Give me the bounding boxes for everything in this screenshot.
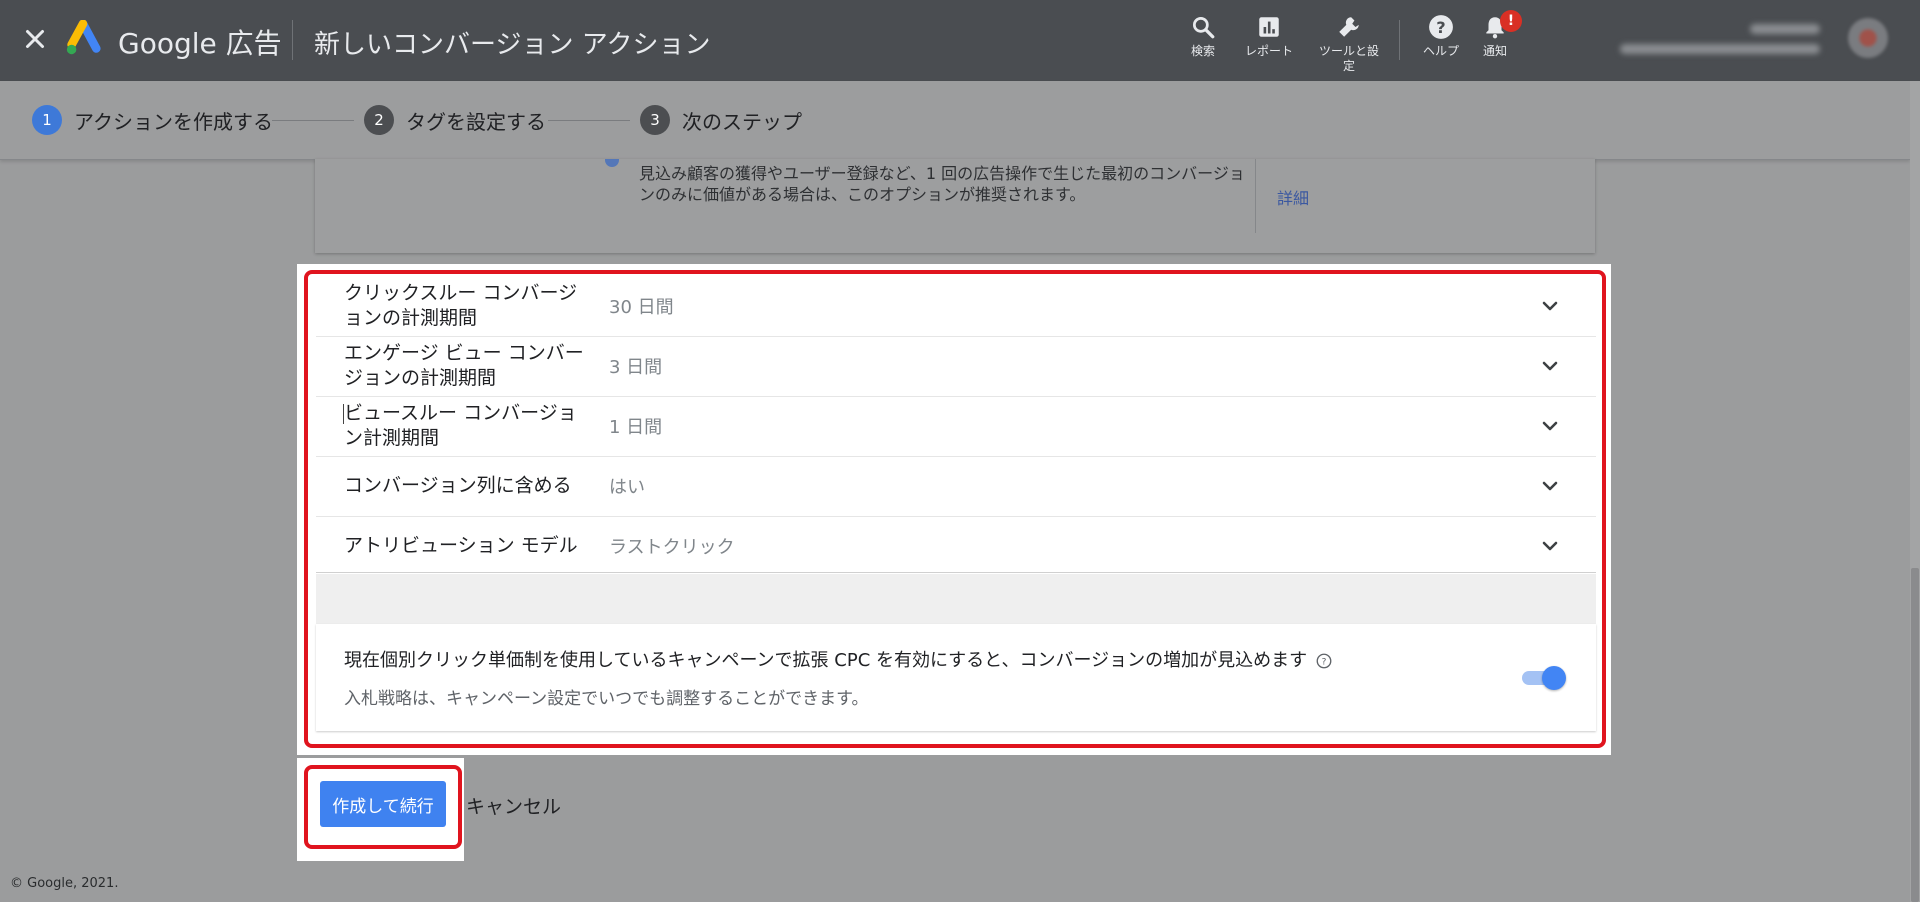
account-info-blurred[interactable] [1610,20,1820,60]
details-link[interactable]: 詳細 [1277,185,1309,209]
highlight-frame-settings [304,270,1606,748]
reports-tool-button[interactable]: レポート [1234,14,1304,59]
step-connector [272,120,354,121]
step-connector [548,120,630,121]
step-label: 次のステップ [682,109,802,134]
progress-stepper: 1 アクションを作成する 2 タグを設定する 3 次のステップ [0,81,1910,160]
account-email-blur [1620,44,1820,54]
copyright: © Google, 2021. [10,876,119,891]
option-divider [1255,159,1256,233]
notifications-label: 通知 [1482,44,1507,58]
step-setup-tag[interactable]: 2 タグを設定する [364,105,546,135]
help-icon: ? [1429,15,1453,39]
step-label: タグを設定する [406,109,546,134]
step-label: アクションを作成する [74,109,273,134]
header-divider [292,20,293,60]
svg-text:?: ? [1436,18,1445,37]
radio-selected-indicator[interactable] [605,159,619,167]
google-ads-logo-icon [66,20,101,55]
avatar[interactable] [1848,18,1888,58]
search-tool-button[interactable]: 検索 [1168,14,1238,59]
reports-icon [1259,17,1279,37]
count-option-card: 見込み顧客の獲得やユーザー登録など、1 回の広告操作で生じた最初のコンバージョン… [315,159,1595,253]
account-id-blur [1750,24,1820,34]
step-number: 1 [32,105,62,135]
brand-name: Google 広告 [118,27,282,60]
search-tool-label: 検索 [1190,44,1215,58]
step-number: 2 [364,105,394,135]
reports-tool-label: レポート [1244,44,1293,58]
step-next-steps[interactable]: 3 次のステップ [640,105,802,135]
search-icon [1192,16,1215,39]
step-number: 3 [640,105,670,135]
highlight-frame-button [304,765,462,849]
option-description: 見込み顧客の獲得やユーザー登録など、1 回の広告操作で生じた最初のコンバージョン… [639,164,1245,204]
page-title: 新しいコンバージョン アクション [314,30,711,60]
close-icon[interactable] [20,24,50,54]
cancel-button[interactable]: キャンセル [466,792,561,819]
scrollbar-thumb[interactable] [1911,568,1919,902]
step-create-action[interactable]: 1 アクションを作成する [32,105,273,135]
wrench-icon [1339,17,1359,37]
tools-settings-label: ツールと設定 [1319,44,1380,73]
header-tools-divider [1399,20,1400,60]
top-app-bar: Google 広告 新しいコンバージョン アクション 検索 レポート ツールと設… [0,0,1920,81]
notification-badge: ! [1500,10,1522,32]
tools-settings-button[interactable]: ツールと設定 [1314,14,1384,74]
